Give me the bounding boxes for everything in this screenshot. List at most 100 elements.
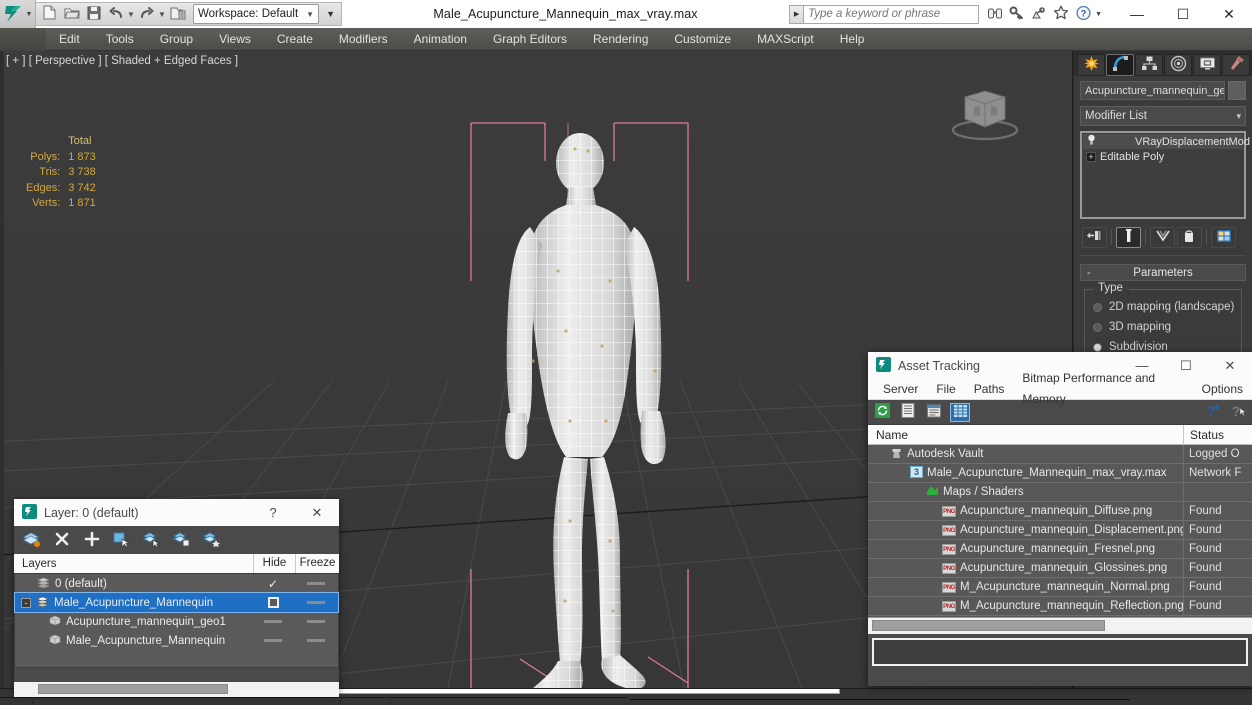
layer-horizontal-scrollbar-thumb[interactable] bbox=[38, 684, 228, 694]
asset-row-diffuse-png[interactable]: PNG Acupuncture_mannequin_Diffuse.png Fo… bbox=[868, 501, 1252, 521]
object-freeze-cell[interactable] bbox=[294, 620, 338, 623]
object-hide-cell[interactable] bbox=[252, 620, 294, 623]
object-hide-cell[interactable] bbox=[252, 639, 294, 642]
radio-2d-mapping[interactable]: 2D mapping (landscape) bbox=[1093, 297, 1235, 317]
plus-box-icon[interactable]: + bbox=[1086, 151, 1096, 162]
pin-stack-button[interactable] bbox=[1082, 226, 1107, 248]
make-unique-button[interactable] bbox=[1150, 226, 1175, 248]
create-tab[interactable] bbox=[1077, 53, 1105, 76]
grid-view-button[interactable] bbox=[950, 402, 970, 422]
add-layer-button[interactable] bbox=[82, 530, 102, 550]
asset-row-fresnel-png[interactable]: PNG Acupuncture_mannequin_Fresnel.png Fo… bbox=[868, 539, 1252, 559]
asset-horizontal-scrollbar-track[interactable] bbox=[868, 617, 1252, 634]
layer-dialog-close-button[interactable]: ✕ bbox=[295, 499, 339, 526]
asset-row-displacement-png[interactable]: PNG Acupuncture_mannequin_Displacement.p… bbox=[868, 520, 1252, 540]
view-cube[interactable] bbox=[940, 85, 1030, 144]
asset-tracking-list[interactable]: Autodesk Vault Logged O 3 Male_Acupunctu… bbox=[868, 445, 1252, 617]
layer-hide-cell[interactable] bbox=[294, 582, 338, 585]
menu-help[interactable]: Help bbox=[827, 28, 878, 51]
modify-tab[interactable] bbox=[1106, 53, 1134, 76]
menu-tools[interactable]: Tools bbox=[93, 28, 147, 51]
asset-row-reflection-png[interactable]: PNG M_Acupuncture_mannequin_Reflection.p… bbox=[868, 596, 1252, 616]
remove-modifier-button[interactable] bbox=[1177, 226, 1202, 248]
workspace-dropdown-button[interactable]: ▼ bbox=[323, 9, 338, 19]
favorites-button[interactable] bbox=[1051, 4, 1071, 24]
set-project-folder-button[interactable] bbox=[167, 4, 188, 24]
help-button[interactable]: ? bbox=[1073, 4, 1093, 24]
menu-customize[interactable]: Customize bbox=[661, 28, 744, 51]
help-about-button[interactable]: ? bbox=[1202, 403, 1222, 422]
autodesk-360-button[interactable] bbox=[1007, 4, 1027, 24]
at-menu-bitmap-performance-and-memory[interactable]: Bitmap Performance and Memory bbox=[1013, 368, 1192, 410]
layer-current-checkbox[interactable] bbox=[252, 597, 294, 608]
menu-maxscript[interactable]: MAXScript bbox=[744, 28, 827, 51]
set-current-layer-button[interactable] bbox=[202, 530, 222, 550]
asset-row-autodesk-vault[interactable]: Autodesk Vault Logged O bbox=[868, 445, 1252, 464]
minimize-button[interactable]: — bbox=[1114, 0, 1160, 28]
menu-modifiers[interactable]: Modifiers bbox=[326, 28, 401, 51]
configure-modifier-sets-button[interactable] bbox=[1211, 226, 1236, 248]
add-selection-to-layer-button[interactable] bbox=[172, 530, 192, 550]
utilities-tab[interactable] bbox=[1222, 53, 1250, 76]
layer-row-male-acupuncture-mannequin[interactable]: - Male_Acupuncture_Mannequin bbox=[14, 592, 339, 613]
layer-list[interactable]: 0 (default) ✓ - Male_Acupuncture_Mannequ… bbox=[14, 573, 339, 668]
asset-horizontal-scrollbar-thumb[interactable] bbox=[872, 620, 1106, 631]
highlight-selected-objects-button[interactable] bbox=[142, 530, 162, 550]
modifier-stack-item-vraydisplacementmod[interactable]: VRayDisplacementMod bbox=[1083, 134, 1250, 149]
layer-hide-cell[interactable] bbox=[294, 601, 338, 604]
close-button[interactable]: ✕ bbox=[1206, 0, 1252, 28]
layer-current-check[interactable]: ✓ bbox=[252, 577, 294, 591]
menu-group[interactable]: Group bbox=[147, 28, 206, 51]
help-dropdown-button[interactable]: ▼ bbox=[1095, 11, 1102, 18]
delete-layer-button[interactable] bbox=[52, 530, 72, 550]
menu-views[interactable]: Views bbox=[206, 28, 264, 51]
asset-tracking-close-button[interactable]: ✕ bbox=[1208, 352, 1252, 379]
path-view-button[interactable] bbox=[924, 403, 944, 422]
at-menu-paths[interactable]: Paths bbox=[965, 379, 1014, 400]
modifier-stack[interactable]: VRayDisplacementMod + Editable Poly bbox=[1080, 131, 1250, 219]
redo-dropdown-button[interactable]: ▼ bbox=[158, 10, 166, 19]
at-menu-server[interactable]: Server bbox=[874, 379, 927, 400]
search-dropdown-button[interactable]: ▶ bbox=[789, 4, 804, 24]
application-menu-button[interactable]: ▼ bbox=[0, 0, 36, 28]
menu-animation[interactable]: Animation bbox=[401, 28, 480, 51]
select-objects-in-layer-button[interactable] bbox=[112, 530, 132, 550]
object-color-swatch[interactable] bbox=[1228, 81, 1246, 100]
save-file-button[interactable] bbox=[83, 4, 104, 24]
communication-center-button[interactable] bbox=[1029, 4, 1049, 24]
list-view-button[interactable] bbox=[898, 403, 918, 422]
menu-rendering[interactable]: Rendering bbox=[580, 28, 661, 51]
open-file-button[interactable] bbox=[61, 4, 82, 24]
at-menu-file[interactable]: File bbox=[927, 379, 964, 400]
layer-dialog[interactable]: Layer: 0 (default) ? ✕ Layers Hide Freez… bbox=[14, 499, 339, 697]
object-name-field[interactable]: Acupuncture_mannequin_geo1 bbox=[1080, 81, 1225, 100]
undo-dropdown-button[interactable]: ▼ bbox=[127, 10, 135, 19]
layer-horizontal-scrollbar-track[interactable] bbox=[14, 682, 339, 697]
new-file-button[interactable] bbox=[39, 4, 60, 24]
motion-tab[interactable] bbox=[1164, 53, 1192, 76]
layer-dialog-help-button[interactable]: ? bbox=[251, 499, 295, 526]
asset-row-glossines-png[interactable]: PNG Acupuncture_mannequin_Glossines.png … bbox=[868, 558, 1252, 578]
maximize-button[interactable]: ☐ bbox=[1160, 0, 1206, 28]
search-input[interactable] bbox=[803, 4, 980, 24]
undo-button[interactable] bbox=[105, 4, 126, 24]
workspace-selector[interactable]: Workspace: Default ▼ bbox=[193, 4, 320, 24]
viewport-label[interactable]: [ + ] [ Perspective ] [ Shaded + Edged F… bbox=[6, 55, 238, 67]
asset-tracking-dialog[interactable]: Asset Tracking — ☐ ✕ Server File Paths B… bbox=[868, 352, 1252, 686]
display-tab[interactable] bbox=[1193, 53, 1221, 76]
expand-collapse-icon[interactable]: - bbox=[21, 597, 31, 608]
search-autodesk-button[interactable] bbox=[985, 4, 1005, 24]
new-layer-button[interactable] bbox=[22, 530, 42, 550]
parameters-rollout-header[interactable]: - Parameters bbox=[1080, 264, 1246, 281]
menu-create[interactable]: Create bbox=[264, 28, 326, 51]
layer-row-male-acupuncture-mannequin-object[interactable]: Male_Acupuncture_Mannequin bbox=[15, 631, 338, 650]
redo-button[interactable] bbox=[136, 4, 157, 24]
radio-3d-mapping[interactable]: 3D mapping bbox=[1093, 317, 1235, 337]
layer-row-acupuncture-mannequin-geo1[interactable]: Acupuncture_mannequin_geo1 bbox=[15, 612, 338, 631]
at-menu-options[interactable]: Options bbox=[1193, 379, 1252, 400]
context-help-button[interactable]: ? bbox=[1228, 403, 1248, 422]
layer-row-0-default[interactable]: 0 (default) ✓ bbox=[15, 574, 338, 593]
menu-edit[interactable]: Edit bbox=[46, 28, 93, 51]
hierarchy-tab[interactable] bbox=[1135, 53, 1163, 76]
menu-graph-editors[interactable]: Graph Editors bbox=[480, 28, 580, 51]
